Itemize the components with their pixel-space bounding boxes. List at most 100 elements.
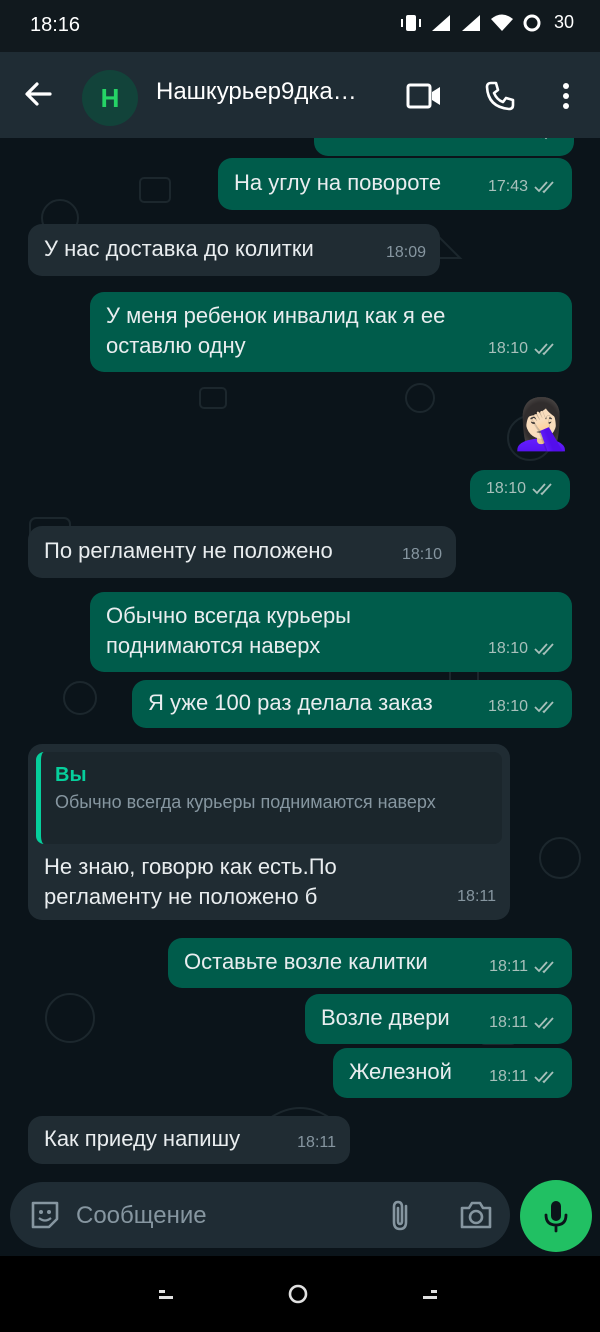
vibrate-icon bbox=[400, 14, 421, 31]
message-time: 18:09 bbox=[385, 244, 426, 261]
quote-text: Обычно всегда курьеры поднимаются наверх bbox=[55, 792, 436, 812]
arrow-left-icon bbox=[25, 82, 52, 106]
message-bubble-outgoing[interactable]: Я уже 100 раз делала заказ 18:10 bbox=[132, 680, 572, 728]
message-time: 18:11 bbox=[489, 1014, 528, 1031]
double-check-icon bbox=[534, 181, 554, 194]
emoji-button[interactable] bbox=[28, 1198, 62, 1232]
signal-icon bbox=[431, 14, 450, 31]
double-check-icon bbox=[534, 961, 554, 974]
message-bubble-incoming[interactable]: По регламенту не положено 18:10 bbox=[28, 526, 456, 578]
wifi-icon bbox=[490, 14, 513, 31]
message-time: 18:10 bbox=[487, 640, 528, 657]
message-meta: 18:09 bbox=[386, 238, 426, 268]
message-text: Не знаю, говорю как есть.По регламенту н… bbox=[44, 854, 337, 909]
message-meta: 17:43 bbox=[488, 172, 558, 202]
message-meta: 17:43 bbox=[490, 138, 560, 148]
nav-home-button[interactable] bbox=[278, 1278, 318, 1310]
contact-avatar[interactable]: Н bbox=[82, 70, 138, 126]
message-meta: 18:11 bbox=[457, 882, 496, 912]
double-check-icon bbox=[534, 1071, 554, 1084]
message-bubble-outgoing[interactable]: 18:10 bbox=[470, 470, 570, 510]
message-text: На углу на повороте bbox=[234, 170, 442, 195]
message-text: У меня ребенок инвалид как я ее оставлю … bbox=[106, 303, 446, 358]
mic-icon bbox=[544, 1201, 568, 1233]
status-bar: 18:16 30 bbox=[0, 0, 600, 52]
more-options-button[interactable] bbox=[544, 74, 588, 118]
message-composer bbox=[10, 1182, 510, 1248]
message-bubble-outgoing[interactable]: Обычно всегда курьеры поднимаются наверх… bbox=[90, 592, 572, 672]
battery-level: 30 bbox=[553, 12, 574, 32]
status-icons: 30 bbox=[400, 12, 574, 33]
message-text: Оставьте возле калитки bbox=[184, 949, 428, 974]
message-list[interactable]: 17:43 На углу на повороте 17:43 У нас до… bbox=[0, 138, 600, 1178]
message-meta: 18:10 bbox=[488, 634, 558, 664]
double-check-icon bbox=[534, 701, 554, 714]
emoji-sticker-icon bbox=[31, 1201, 59, 1229]
message-time: 18:10 bbox=[401, 546, 442, 563]
message-text: У нас доставка до колитки bbox=[44, 236, 314, 261]
emoji-message[interactable]: 🤦🏻‍♀️ bbox=[510, 394, 572, 454]
more-vert-icon bbox=[563, 83, 569, 109]
quote-author: Вы bbox=[55, 764, 87, 786]
message-meta: 18:10 bbox=[486, 474, 556, 504]
message-text: Я уже 100 раз делала заказ bbox=[148, 690, 433, 715]
message-meta: 18:11 bbox=[489, 1062, 558, 1092]
message-meta: 18:11 bbox=[489, 1008, 558, 1038]
message-meta: 18:10 bbox=[488, 692, 558, 722]
message-time: 18:10 bbox=[485, 480, 526, 497]
message-meta: 18:11 bbox=[297, 1128, 336, 1158]
message-bubble-incoming[interactable]: Как приеду напишу 18:11 bbox=[28, 1116, 350, 1164]
message-time: 18:11 bbox=[297, 1134, 336, 1151]
message-time: 18:11 bbox=[457, 888, 496, 905]
double-check-icon bbox=[540, 138, 548, 140]
chat-header: Н Нашкурьер9дка… bbox=[0, 52, 600, 138]
video-call-button[interactable] bbox=[402, 74, 446, 118]
compose-bar bbox=[0, 1178, 600, 1256]
message-time: 17:43 bbox=[487, 178, 528, 195]
message-bubble-incoming[interactable]: У нас доставка до колитки 18:09 bbox=[28, 224, 440, 276]
voice-call-button[interactable] bbox=[478, 74, 522, 118]
signal-2-icon bbox=[461, 14, 480, 31]
message-bubble-incoming[interactable]: Вы Обычно всегда курьеры поднимаются нав… bbox=[28, 744, 510, 920]
message-text: Возле двери bbox=[321, 1005, 450, 1030]
message-text: По регламенту не положено bbox=[44, 538, 333, 563]
nav-back-button[interactable] bbox=[146, 1278, 186, 1310]
voice-message-button[interactable] bbox=[520, 1180, 592, 1252]
message-bubble-outgoing[interactable]: Возле двери 18:11 bbox=[305, 994, 572, 1044]
message-bubble-outgoing[interactable]: Железной 18:11 bbox=[333, 1048, 572, 1098]
video-call-icon bbox=[406, 83, 440, 109]
message-meta: 18:10 bbox=[488, 334, 558, 364]
double-check-icon bbox=[534, 1017, 554, 1030]
message-text: Обычно всегда курьеры поднимаются наверх bbox=[106, 603, 351, 658]
attach-button[interactable] bbox=[384, 1198, 418, 1232]
message-time: 17:43 bbox=[490, 138, 530, 148]
message-input[interactable] bbox=[74, 1196, 378, 1236]
message-time: 18:11 bbox=[489, 1068, 528, 1085]
battery-saver-icon bbox=[523, 14, 541, 31]
message-bubble-outgoing[interactable]: У меня ребенок инвалид как я ее оставлю … bbox=[90, 292, 572, 372]
message-meta: 18:11 bbox=[489, 952, 558, 982]
nav-home-icon bbox=[288, 1284, 308, 1304]
double-check-icon bbox=[534, 343, 554, 356]
system-navigation-bar bbox=[0, 1256, 600, 1332]
message-time: 18:10 bbox=[487, 698, 528, 715]
quoted-message[interactable]: Вы Обычно всегда курьеры поднимаются нав… bbox=[36, 752, 502, 844]
paperclip-icon bbox=[392, 1200, 408, 1231]
double-check-icon bbox=[532, 483, 552, 496]
camera-icon bbox=[460, 1201, 492, 1229]
message-bubble-outgoing[interactable]: Оставьте возле калитки 18:11 bbox=[168, 938, 572, 988]
message-time: 18:11 bbox=[489, 958, 528, 975]
camera-button[interactable] bbox=[458, 1198, 494, 1232]
status-time: 18:16 bbox=[30, 14, 81, 36]
message-time: 18:10 bbox=[487, 340, 528, 357]
nav-recents-icon bbox=[423, 1290, 437, 1299]
nav-back-icon bbox=[159, 1290, 173, 1299]
message-text: Железной bbox=[349, 1059, 452, 1084]
contact-name[interactable]: Нашкурьер9дка… bbox=[156, 78, 386, 106]
double-check-icon bbox=[534, 643, 554, 656]
message-bubble-outgoing[interactable]: 17:43 bbox=[314, 138, 574, 156]
message-bubble-outgoing[interactable]: На углу на повороте 17:43 bbox=[218, 158, 572, 210]
back-button[interactable] bbox=[18, 74, 58, 114]
message-meta: 18:10 bbox=[402, 540, 442, 570]
nav-recents-button[interactable] bbox=[410, 1278, 450, 1310]
